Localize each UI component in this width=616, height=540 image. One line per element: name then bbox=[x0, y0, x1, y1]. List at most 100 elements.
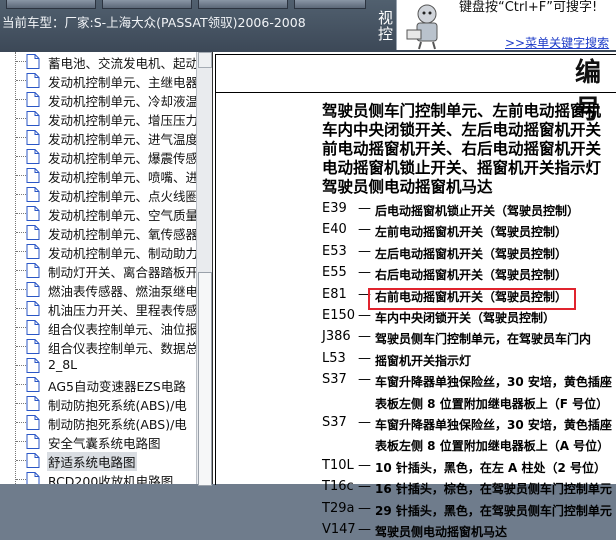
tree-item-label: 发动机控制单元、空气质量 bbox=[48, 208, 197, 223]
legend-description: 车窗升降器单独保险丝，30 安培，黄色插座 bbox=[375, 418, 612, 432]
tree-connector bbox=[16, 460, 26, 461]
tree-connector bbox=[16, 61, 26, 62]
tree-item[interactable]: 发动机控制单元、点火线圈 bbox=[0, 185, 196, 204]
legend-dash: — bbox=[358, 522, 371, 537]
legend-dash: — bbox=[358, 479, 371, 494]
tree-connector bbox=[16, 384, 26, 385]
legend-dash: — bbox=[358, 415, 371, 430]
document-icon bbox=[26, 187, 40, 202]
tree-connector bbox=[16, 99, 26, 100]
document-icon bbox=[26, 92, 40, 107]
keyword-search-link[interactable]: >>菜单关键字搜索 bbox=[505, 34, 609, 51]
tree-item[interactable]: 发动机控制单元、氧传感器 bbox=[0, 223, 196, 242]
tree-item[interactable]: 发动机控制单元、增压压力 bbox=[0, 109, 196, 128]
tree-item[interactable]: 发动机控制单元、制动助力 bbox=[0, 242, 196, 261]
document-icon bbox=[26, 320, 40, 335]
tree-connector bbox=[16, 327, 26, 328]
document-icon bbox=[26, 377, 40, 392]
legend-dash: — bbox=[358, 351, 371, 366]
tree-connector bbox=[16, 346, 26, 347]
document-icon bbox=[26, 282, 40, 297]
tree-item[interactable]: 组合仪表控制单元、油位报 bbox=[0, 318, 196, 337]
tree-connector bbox=[16, 118, 26, 119]
tree-item[interactable]: RCD200收放机电路图 bbox=[0, 470, 196, 484]
tree-connector bbox=[16, 251, 26, 252]
legend-description: 后电动摇窗机锁止开关（驾驶员控制） bbox=[375, 204, 580, 218]
legend-dash: — bbox=[358, 372, 371, 387]
legend-description: 驾驶员侧电动摇窗机马达 bbox=[375, 525, 508, 539]
document-icon bbox=[26, 130, 40, 145]
tree-connector bbox=[16, 175, 26, 176]
tree-connector bbox=[16, 479, 26, 480]
tree-connector bbox=[16, 289, 26, 290]
tree-item[interactable]: 发动机控制单元、喷嘴、进 bbox=[0, 166, 196, 185]
tree-item-label: 组合仪表控制单元、油位报 bbox=[48, 322, 197, 337]
tree-item[interactable]: 制动防抱死系统(ABS)/电 bbox=[0, 413, 196, 432]
document-icon bbox=[26, 149, 40, 164]
tree-item[interactable]: AG5自动变速器EZS电路 bbox=[0, 375, 196, 394]
tree-item[interactable]: 舒适系统电路图 bbox=[0, 451, 196, 471]
toolbar-button-1[interactable] bbox=[6, 0, 96, 9]
legend-description: 左后电动摇窗机开关（驾驶员控制） bbox=[375, 247, 568, 261]
document-icon bbox=[26, 225, 40, 240]
tree-item-label: 发动机控制单元、制动助力 bbox=[48, 246, 197, 261]
document-icon bbox=[26, 453, 40, 468]
tree-item-label: 制动灯开关、离合器踏板开 bbox=[48, 265, 197, 280]
legend-dash: — bbox=[358, 329, 371, 344]
document-icon bbox=[26, 358, 40, 373]
tree-item[interactable]: 机油压力开关、里程表传感 bbox=[0, 299, 196, 318]
tree-item[interactable]: 发动机控制单元、爆震传感 bbox=[0, 147, 196, 166]
document-icon bbox=[26, 263, 40, 278]
document-icon bbox=[26, 434, 40, 449]
tree-item[interactable]: 制动防抱死系统(ABS)/电 bbox=[0, 394, 196, 413]
tree-item-label: 燃油表传感器、燃油泵继电 bbox=[48, 284, 197, 299]
tree-item-label: 安全气囊系统电路图 bbox=[48, 436, 161, 451]
help-text: 键盘按“Ctrl+F”可搜字! bbox=[459, 0, 598, 15]
tree-item[interactable]: 发动机控制单元、主继电器 bbox=[0, 71, 196, 90]
tree-item-label: 组合仪表控制单元、数据总 bbox=[48, 341, 197, 356]
legend-description: 车内中央闭锁开关（驾驶员控制） bbox=[375, 311, 556, 325]
heading-line: 驾驶员侧电动摇窗机马达 bbox=[322, 178, 493, 196]
legend-description: 左前电动摇窗机开关（驾驶员控制） bbox=[375, 225, 568, 239]
help-box: 键盘按“Ctrl+F”可搜字! >>菜单关键字搜索 bbox=[396, 0, 616, 50]
toolbar-button-2[interactable] bbox=[102, 0, 192, 9]
diagram-heading: 驾驶员侧车门控制单元、左前电动摇窗机 车内中央闭锁开关、左后电动摇窗机开关 前电… bbox=[322, 102, 616, 197]
tree-item-label: 发动机控制单元、喷嘴、进 bbox=[48, 170, 197, 185]
tree-item-label: 发动机控制单元、进气温度 bbox=[48, 132, 197, 147]
legend-description: 表板左侧 8 位置附加继电器板上（A 号位） bbox=[375, 439, 610, 453]
toolbar-button-3[interactable] bbox=[198, 0, 288, 9]
tree-item-label: AG5自动变速器EZS电路 bbox=[48, 379, 186, 394]
document-icon bbox=[26, 396, 40, 411]
tree-item[interactable]: 发动机控制单元、空气质量 bbox=[0, 204, 196, 223]
tree-item-label: 蓄电池、交流发电机、起动 bbox=[48, 56, 197, 71]
tree-item[interactable]: 燃油表传感器、燃油泵继电 bbox=[0, 280, 196, 299]
legend-description: 16 针插头，棕色，在驾驶员侧车门控制单元 bbox=[375, 482, 612, 496]
tree-item[interactable]: 2_8L bbox=[0, 356, 196, 375]
scroll-up-arrow[interactable] bbox=[198, 52, 212, 68]
tree-item[interactable]: 蓄电池、交流发电机、起动 bbox=[0, 52, 196, 71]
legend-dash: — bbox=[358, 458, 371, 473]
document-icon bbox=[26, 73, 40, 88]
legend-dash: — bbox=[358, 201, 371, 216]
tree-item[interactable]: 安全气囊系统电路图 bbox=[0, 432, 196, 451]
vehicle-label: 当前车型：厂家:S-上海大众(PASSAT领驭)2006-2008 bbox=[2, 15, 306, 30]
scrollbar-thumb[interactable] bbox=[198, 272, 212, 486]
heading-line: 电动摇窗机锁止开关、摇窗机开关指示灯 bbox=[322, 159, 602, 177]
tree-connector bbox=[16, 270, 26, 271]
legend-dash: — bbox=[358, 222, 371, 237]
tree-item[interactable]: 制动灯开关、离合器踏板开 bbox=[0, 261, 196, 280]
tree-connector bbox=[16, 194, 26, 195]
tree-item-label: 发动机控制单元、点火线圈 bbox=[48, 189, 197, 204]
tree-item-label: 制动防抱死系统(ABS)/电 bbox=[48, 417, 187, 432]
tree-item[interactable]: 组合仪表控制单元、数据总 bbox=[0, 337, 196, 356]
toolbar-button-4[interactable] bbox=[294, 0, 366, 9]
heading-line: 前电动摇窗机开关、右后电动摇窗机开关 bbox=[322, 140, 602, 158]
tree-item-label: 舒适系统电路图 bbox=[47, 452, 137, 471]
tree-connector bbox=[16, 213, 26, 214]
legend-dash: — bbox=[358, 501, 371, 516]
tree-item-label: 发动机控制单元、爆震传感 bbox=[48, 151, 197, 166]
tree-scrollbar[interactable] bbox=[196, 52, 212, 486]
tree-item[interactable]: 发动机控制单元、进气温度 bbox=[0, 128, 196, 147]
document-icon bbox=[26, 415, 40, 430]
tree-item[interactable]: 发动机控制单元、冷却液温 bbox=[0, 90, 196, 109]
